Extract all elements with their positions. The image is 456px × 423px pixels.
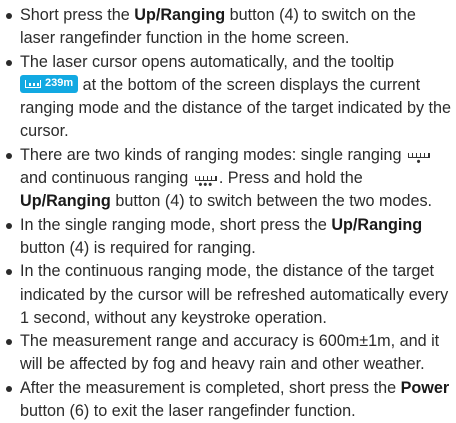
up-ranging-button-label: Up/Ranging — [134, 6, 226, 24]
item-text: The measurement range and accuracy is 60… — [20, 332, 440, 374]
continuous-ranging-icon: ••• — [194, 176, 217, 191]
list-item: The measurement range and accuracy is 60… — [0, 330, 456, 377]
item-text: In the single ranging mode, short press … — [20, 215, 332, 234]
list-item: In the single ranging mode, short press … — [0, 214, 456, 261]
item-text: and continuous ranging — [20, 169, 193, 188]
item-text: . Press and hold the — [218, 169, 363, 188]
list-item: There are two kinds of ranging modes: si… — [0, 144, 456, 214]
up-ranging-button-label: Up/Ranging — [331, 215, 423, 234]
list-item: Short press the Up/Ranging button (4) to… — [0, 4, 456, 51]
instruction-page: Short press the Up/Ranging button (4) to… — [0, 0, 456, 420]
single-ranging-icon: • — [408, 152, 431, 167]
item-text: at the bottom of the screen displays the… — [20, 75, 452, 141]
list-item: In the continuous ranging mode, the dist… — [0, 260, 456, 330]
item-text: There are two kinds of ranging modes: si… — [20, 145, 407, 164]
item-text: button (4) to switch between the two mod… — [110, 192, 433, 211]
ranging-tooltip: 239m — [20, 74, 79, 93]
list-item: The laser cursor opens automatically, an… — [0, 51, 456, 144]
list-item: After the measurement is completed, shor… — [0, 377, 456, 423]
item-text: button (6) to exit the laser rangefinder… — [20, 402, 356, 421]
instruction-list: Short press the Up/Ranging button (4) to… — [0, 0, 456, 423]
item-text: button (4) is required for ranging. — [20, 238, 256, 257]
item-text: The laser cursor opens automatically, an… — [20, 52, 395, 71]
item-text: Short press the — [20, 6, 135, 24]
ruler-icon — [25, 79, 41, 88]
up-ranging-button-label: Up/Ranging — [20, 192, 111, 211]
tooltip-distance: 239m — [45, 77, 74, 90]
item-text: In the continuous ranging mode, the dist… — [20, 262, 449, 327]
